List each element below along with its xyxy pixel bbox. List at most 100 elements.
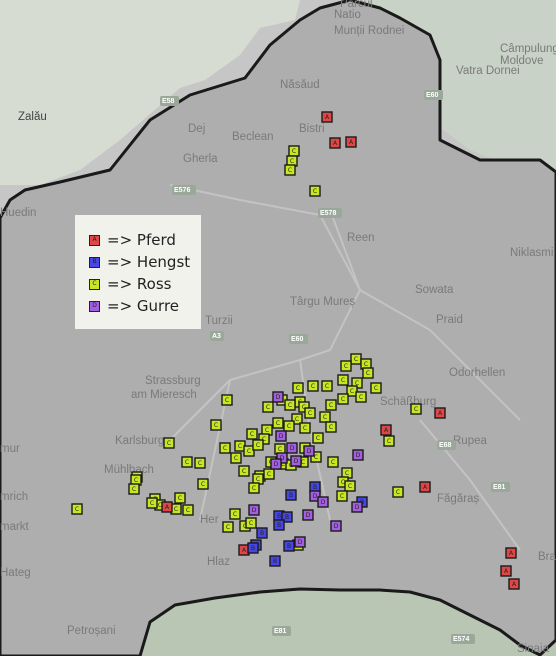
map-marker-b[interactable]: B [273, 519, 285, 531]
map-marker-c[interactable]: C [238, 465, 250, 477]
map-marker-d[interactable]: D [294, 536, 306, 548]
map-marker-c[interactable]: C [344, 480, 356, 492]
map-marker-c[interactable]: C [272, 417, 284, 429]
map-marker-c[interactable]: C [263, 468, 275, 480]
map-marker-code: B [289, 492, 293, 499]
map-marker-c[interactable]: C [325, 421, 337, 433]
map-marker-c[interactable]: C [292, 382, 304, 394]
map-marker-c[interactable]: C [197, 478, 209, 490]
map-marker-c[interactable]: C [222, 521, 234, 533]
road-label: E60 [291, 336, 304, 343]
map-marker-d[interactable]: D [303, 445, 315, 457]
map-marker-c[interactable]: C [230, 452, 242, 464]
map-marker-code: C [295, 416, 299, 423]
map-marker-d[interactable]: D [330, 520, 342, 532]
map-marker-b[interactable]: B [283, 540, 295, 552]
legend-label-hengst: Hengst [136, 253, 191, 271]
map-marker-code: C [134, 477, 138, 484]
map-marker-c[interactable]: C [304, 407, 316, 419]
legend: A => Pferd B => Hengst C => Ross D => Gu… [75, 215, 201, 329]
map-marker-c[interactable]: C [337, 374, 349, 386]
map-marker-d[interactable]: D [286, 442, 298, 454]
map-marker-d[interactable]: D [302, 509, 314, 521]
map-marker-c[interactable]: C [252, 439, 264, 451]
map-marker-a[interactable]: A [345, 136, 357, 148]
map-marker-c[interactable]: C [182, 504, 194, 516]
map-marker-c[interactable]: C [246, 428, 258, 440]
map-marker-c[interactable]: C [299, 422, 311, 434]
map-marker-c[interactable]: C [370, 382, 382, 394]
map-marker-c[interactable]: C [362, 367, 374, 379]
place-label: Sowata [415, 284, 454, 296]
map-marker-d[interactable]: D [248, 504, 260, 516]
map-marker-code: D [355, 504, 360, 511]
map-marker-d[interactable]: D [270, 458, 282, 470]
place-label: Braș [538, 551, 556, 563]
map-marker-d[interactable]: D [317, 496, 329, 508]
map-marker-c[interactable]: C [284, 399, 296, 411]
map-marker-c[interactable]: C [312, 432, 324, 444]
map-marker-c[interactable]: C [410, 403, 422, 415]
map-marker-code: D [276, 394, 281, 401]
map-marker-c[interactable]: C [307, 380, 319, 392]
map-marker-c[interactable]: C [336, 490, 348, 502]
map-marker-a[interactable]: A [380, 424, 392, 436]
map-marker-code: C [265, 427, 269, 434]
map-marker-d[interactable]: D [272, 391, 284, 403]
map-marker-c[interactable]: C [383, 435, 395, 447]
map-marker-c[interactable]: C [245, 517, 257, 529]
map-marker-d[interactable]: D [352, 449, 364, 461]
map-marker-c[interactable]: C [284, 164, 296, 176]
map-marker-c[interactable]: C [337, 393, 349, 405]
map-marker-b[interactable]: B [269, 555, 281, 567]
map-marker-c[interactable]: C [309, 185, 321, 197]
map-marker-c[interactable]: C [288, 145, 300, 157]
map-marker-code: D [334, 523, 339, 530]
map-marker-c[interactable]: C [327, 456, 339, 468]
map-marker-code: C [331, 459, 335, 466]
map-marker-c[interactable]: C [319, 411, 331, 423]
map-marker-a[interactable]: A [329, 137, 341, 149]
map-marker-c[interactable]: C [194, 457, 206, 469]
map-marker-d[interactable]: D [290, 455, 302, 467]
map-marker-c[interactable]: C [248, 482, 260, 494]
map-marker-a[interactable]: A [321, 111, 333, 123]
place-label: markt [0, 521, 30, 533]
map-marker-code: C [414, 406, 418, 413]
map-marker-c[interactable]: C [221, 394, 233, 406]
map-marker-c[interactable]: C [350, 353, 362, 365]
map-marker-a[interactable]: A [419, 481, 431, 493]
map-marker-c[interactable]: C [321, 380, 333, 392]
map-marker-c[interactable]: C [146, 497, 158, 509]
map-marker-c[interactable]: C [128, 483, 140, 495]
map-marker-code: D [252, 507, 257, 514]
place-label: Natio [334, 9, 361, 21]
place-label: Strassburg [145, 375, 201, 387]
map-marker-c[interactable]: C [355, 391, 367, 403]
map-marker-a[interactable]: A [505, 547, 517, 559]
map-marker-c[interactable]: C [229, 508, 241, 520]
map-marker-code: C [256, 476, 260, 483]
map-marker-c[interactable]: C [71, 503, 83, 515]
map-marker-a[interactable]: A [500, 565, 512, 577]
map-marker-c[interactable]: C [210, 419, 222, 431]
map-marker-c[interactable]: C [392, 486, 404, 498]
map-marker-c[interactable]: C [325, 399, 337, 411]
map-marker-c[interactable]: C [283, 420, 295, 432]
map-marker-c[interactable]: C [262, 401, 274, 413]
map-marker-d[interactable]: D [351, 501, 363, 513]
map-marker-a[interactable]: A [161, 501, 173, 513]
map-marker-b[interactable]: B [256, 527, 268, 539]
map-marker-c[interactable]: C [174, 492, 186, 504]
map-marker-c[interactable]: C [163, 437, 175, 449]
map-marker-a[interactable]: A [434, 407, 446, 419]
map-marker-c[interactable]: C [181, 456, 193, 468]
map-marker-b[interactable]: B [285, 489, 297, 501]
legend-swatch-hengst: B [89, 256, 100, 268]
map-marker-a[interactable]: A [508, 578, 520, 590]
map-marker-c[interactable]: C [340, 360, 352, 372]
map-marker-d[interactable]: D [275, 430, 287, 442]
legend-item-hengst: B => Hengst [89, 251, 201, 273]
map-marker-b[interactable]: B [247, 542, 259, 554]
map-marker-c[interactable]: C [219, 442, 231, 454]
